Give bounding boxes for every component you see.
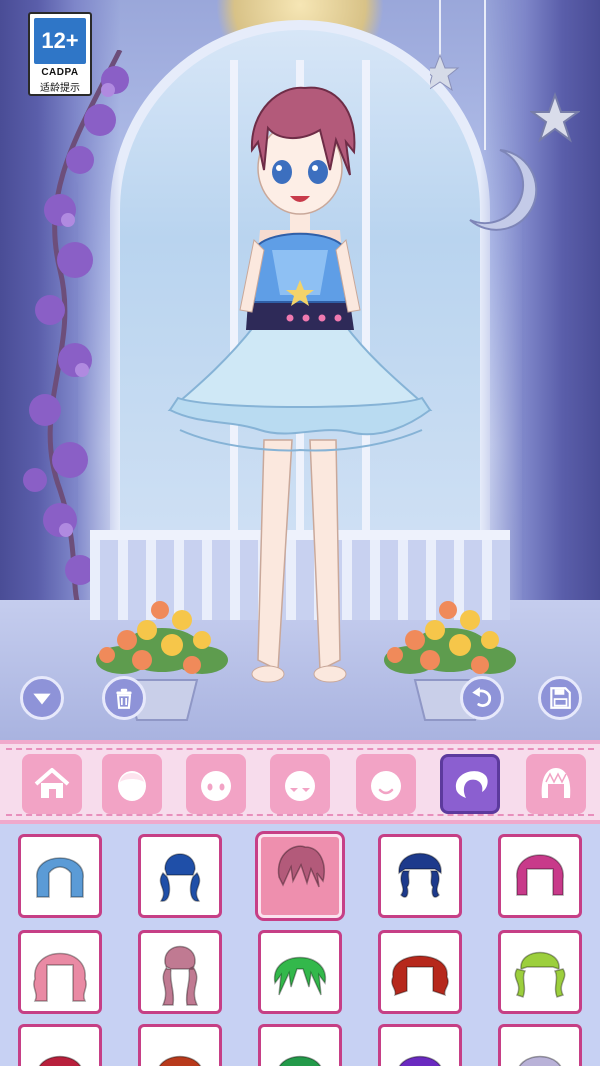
hair-item[interactable]: [378, 1024, 462, 1066]
tab-mouth[interactable]: [356, 754, 416, 814]
hair-swatch-icon: [277, 845, 325, 888]
age-rating-badge: 12+ CADPA 适龄提示: [28, 12, 92, 96]
tab-home[interactable]: [22, 754, 82, 814]
hair-swatch-icon: [159, 853, 201, 902]
tab-face-base[interactable]: [102, 754, 162, 814]
home-icon: [34, 768, 70, 798]
hair-item[interactable]: [378, 930, 462, 1014]
face-eyes-icon: [201, 771, 231, 801]
tab-hair[interactable]: [440, 754, 500, 814]
hair-swatch-icon: [516, 854, 564, 896]
hair-swatch-icon: [391, 955, 449, 997]
tab-eyes[interactable]: [186, 754, 246, 814]
collapse-button[interactable]: [20, 676, 64, 720]
hanging-moon-star-decoration: [430, 0, 538, 231]
hair-item[interactable]: [138, 930, 222, 1014]
hair-swatch-icon: [398, 852, 442, 898]
save-button[interactable]: [538, 676, 582, 720]
undo-button[interactable]: [460, 676, 504, 720]
hair-icon: [455, 771, 488, 798]
hair-item[interactable]: [498, 930, 582, 1014]
hair-back-icon: [541, 768, 571, 798]
tab-back-hair[interactable]: [526, 754, 586, 814]
category-tab-bar: [0, 740, 600, 824]
trash-icon: [116, 688, 132, 709]
face-smile-icon: [371, 771, 401, 801]
hair-item[interactable]: [18, 930, 102, 1014]
hair-swatch-icon: [514, 951, 566, 998]
hair-swatch-icon: [278, 1055, 322, 1066]
trash-button[interactable]: [102, 676, 146, 720]
chevron-down-icon: [33, 693, 51, 705]
hair-item[interactable]: [258, 1024, 342, 1066]
face-base-icon: [118, 771, 146, 801]
hair-item[interactable]: [138, 1024, 222, 1066]
hair-item[interactable]: [258, 930, 342, 1014]
face-blush-icon: [285, 771, 315, 801]
hair-item[interactable]: [498, 1024, 582, 1066]
save-disk-icon: [550, 687, 571, 709]
hair-item[interactable]: [138, 834, 222, 918]
doll-character[interactable]: [160, 80, 440, 690]
hair-swatch-icon: [38, 1055, 82, 1066]
dressing-stage: 12+ CADPA 适龄提示: [0, 0, 600, 740]
hair-swatch-icon: [398, 1055, 442, 1066]
hair-swatch-icon: [158, 1055, 202, 1066]
hair-item[interactable]: [18, 834, 102, 918]
hair-swatch-icon: [33, 952, 87, 1002]
undo-icon: [472, 687, 492, 707]
hanging-star: [530, 91, 580, 143]
hair-item-grid: [0, 824, 600, 1066]
hair-item[interactable]: [378, 834, 462, 918]
hair-item[interactable]: [498, 834, 582, 918]
wisteria-vine: [23, 50, 129, 610]
hair-swatch-icon: [518, 1055, 562, 1066]
tab-blush[interactable]: [270, 754, 330, 814]
hair-swatch-icon: [161, 945, 199, 1006]
age-rating-org: CADPA: [41, 67, 79, 78]
hair-item[interactable]: [18, 1024, 102, 1066]
age-rating-note: 适龄提示: [40, 83, 80, 94]
hair-swatch-icon: [36, 857, 84, 898]
hair-swatch-icon: [274, 956, 326, 996]
age-rating-label: 12+: [34, 18, 86, 64]
hair-item-selected[interactable]: [258, 834, 342, 918]
